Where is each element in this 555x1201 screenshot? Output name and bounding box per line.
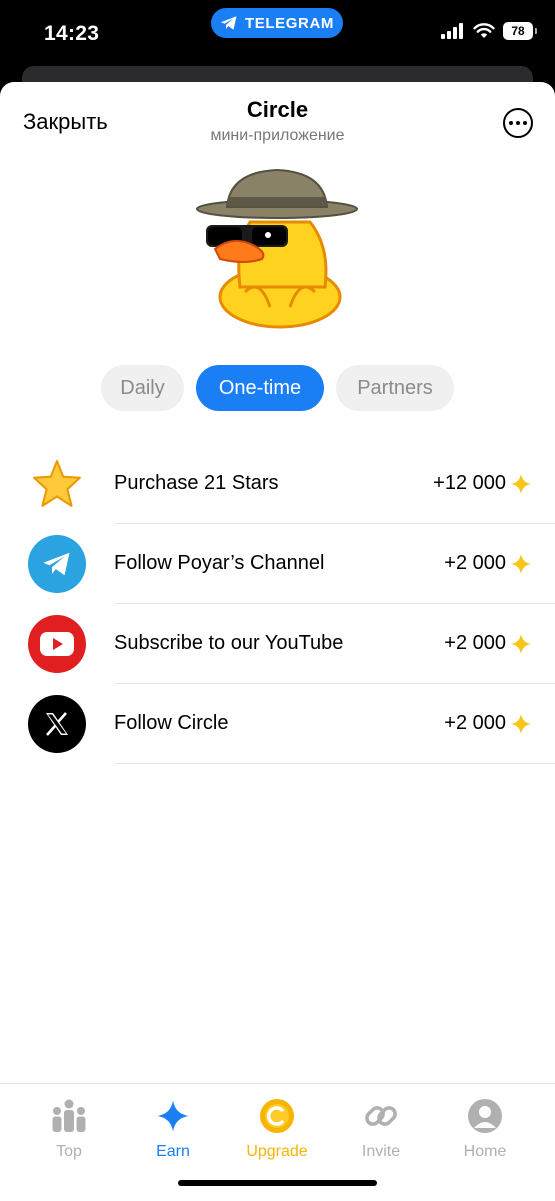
telegram-icon	[220, 16, 237, 30]
nav-home[interactable]: Home	[440, 1098, 530, 1161]
reward-amount: +2 000	[444, 552, 506, 574]
profile-icon	[468, 1099, 502, 1133]
reward-amount: +12 000	[433, 472, 506, 494]
reward-amount: +2 000	[444, 712, 506, 734]
nav-label: Earn	[156, 1143, 190, 1160]
nav-invite[interactable]: Invite	[336, 1098, 426, 1161]
task-title: Subscribe to our YouTube	[114, 632, 344, 654]
telegram-pill-label: TELEGRAM	[245, 14, 334, 32]
battery-indicator: 78	[503, 22, 537, 40]
coin-icon	[260, 1099, 294, 1133]
task-reward: +2 000	[444, 632, 532, 655]
status-bar: 14:23 TELEGRAM 78	[0, 0, 555, 70]
task-follow-circle[interactable]: Follow Circle +2 000	[0, 684, 555, 764]
mini-app-sheet: Закрыть Circle мини-приложение Daily One…	[0, 82, 555, 1200]
app-title: Circle	[246, 97, 309, 122]
nav-label: Upgrade	[246, 1143, 308, 1160]
link-icon	[365, 1106, 397, 1126]
task-reward: +2 000	[444, 552, 532, 575]
reward-amount: +2 000	[444, 632, 506, 654]
sparkle-icon	[157, 1100, 189, 1132]
sparkle-icon	[510, 633, 532, 654]
tab-one-time[interactable]: One-time	[196, 365, 324, 411]
task-subscribe-youtube[interactable]: Subscribe to our YouTube +2 000	[0, 604, 555, 684]
nav-upgrade[interactable]: Upgrade	[232, 1098, 322, 1161]
app-subtitle: мини-приложение	[210, 127, 345, 144]
nav-label: Home	[463, 1143, 507, 1160]
youtube-icon	[28, 615, 86, 673]
nav-label: Top	[56, 1143, 82, 1160]
people-icon	[52, 1099, 86, 1132]
telegram-icon	[28, 535, 86, 593]
divider	[114, 763, 555, 764]
nav-label: Invite	[361, 1143, 401, 1160]
sparkle-icon	[510, 713, 532, 734]
x-icon	[28, 695, 86, 753]
task-tabs: Daily One-time Partners	[101, 365, 454, 411]
task-title: Follow Poyar’s Channel	[114, 552, 325, 574]
battery-level: 78	[511, 24, 525, 38]
task-follow-channel[interactable]: Follow Poyar’s Channel +2 000	[0, 524, 555, 604]
task-purchase-stars[interactable]: Purchase 21 Stars +12 000	[0, 444, 555, 524]
status-icons: 78	[441, 22, 537, 40]
task-reward: +12 000	[433, 472, 532, 495]
task-reward: +2 000	[444, 712, 532, 735]
task-list: Purchase 21 Stars +12 000 Follow Poyar’s…	[0, 444, 555, 764]
task-title: Follow Circle	[114, 712, 229, 734]
sparkle-icon	[510, 473, 532, 494]
star-icon	[28, 455, 86, 513]
tab-partners[interactable]: Partners	[336, 365, 454, 411]
task-title: Purchase 21 Stars	[114, 472, 279, 494]
tab-daily[interactable]: Daily	[101, 365, 184, 411]
wifi-icon	[473, 23, 495, 38]
more-options-button[interactable]	[503, 108, 533, 138]
nav-top[interactable]: Top	[24, 1098, 114, 1161]
sparkle-icon	[510, 553, 532, 574]
signal-icon	[441, 23, 463, 39]
status-time: 14:23	[44, 22, 100, 45]
nav-earn[interactable]: Earn	[128, 1098, 218, 1161]
home-indicator	[178, 1180, 377, 1186]
telegram-pill[interactable]: TELEGRAM	[211, 8, 343, 38]
duck-mascot	[196, 168, 358, 329]
